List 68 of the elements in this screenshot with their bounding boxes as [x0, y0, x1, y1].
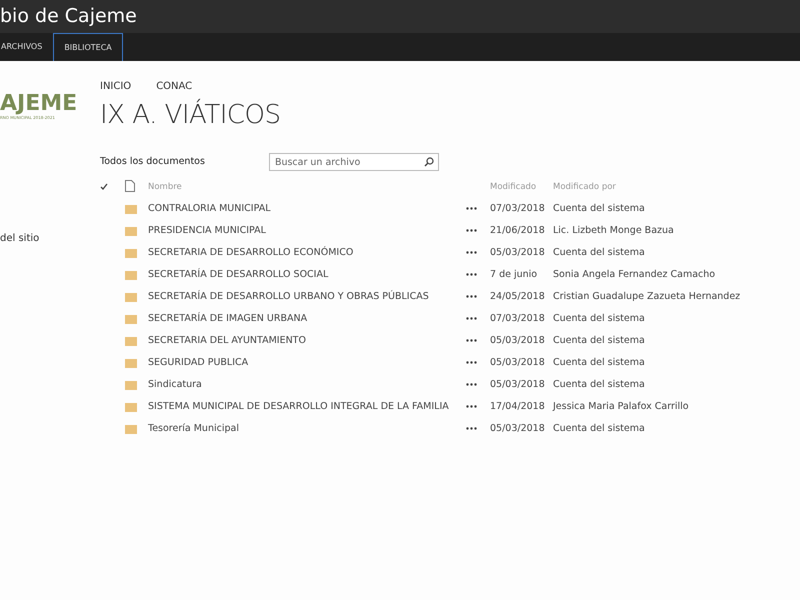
modified-by: Cuenta del sistema [553, 202, 646, 216]
folder-link[interactable]: SECRETARÍA DE IMAGEN URBANA [148, 312, 466, 326]
modified-by: Cuenta del sistema [553, 312, 646, 326]
folder-link[interactable]: SECRETARÍA DE DESARROLLO URBANO Y OBRAS PÚBLICAS [148, 290, 466, 304]
breadcrumb-link[interactable]: INICIO [100, 79, 132, 94]
folder-icon [125, 292, 137, 302]
folder-link[interactable]: CONTRALORIA MUNICIPAL [148, 202, 466, 216]
modified-by: Cuenta del sistema [553, 356, 646, 370]
breadcrumb-link[interactable]: CONAC [156, 79, 192, 94]
sidebar-link[interactable]: del sitio [0, 231, 100, 246]
modified-date: 05/03/2018 [490, 422, 546, 436]
site-title[interactable]: bio de Cajeme [0, 5, 137, 27]
folder-link[interactable]: SISTEMA MUNICIPAL DE DESARROLLO INTEGRAL DE LA FAMILIA [148, 400, 466, 414]
modified-date: 7 de junio [490, 268, 538, 282]
view-label[interactable]: Todos los documentos [100, 154, 205, 170]
logo-text[interactable]: AJEME [0, 93, 100, 115]
folder-icon [125, 336, 137, 346]
folder-icon [125, 380, 137, 390]
modified-by: Cuenta del sistema [553, 334, 646, 348]
page-title: IX A. VIÁTICOS [100, 98, 282, 132]
folder-icon [125, 270, 137, 280]
more-icon[interactable] [466, 360, 477, 364]
modified-date: 21/06/2018 [490, 224, 546, 238]
more-icon[interactable] [466, 228, 477, 232]
folder-link[interactable]: SECRETARIA DEL AYUNTAMIENTO [148, 334, 466, 348]
folder-icon [125, 424, 137, 434]
modified-by: Cristian Guadalupe Zazueta Hernandez [553, 290, 742, 304]
folder-icon [125, 402, 137, 412]
nav-tab[interactable]: ARCHIVOS [0, 33, 54, 61]
modified-by: Jessica Maria Palafox Carrillo [553, 400, 690, 414]
folder-icon [125, 204, 137, 214]
modified-date: 05/03/2018 [490, 378, 546, 392]
more-icon[interactable] [466, 338, 477, 342]
folder-icon [125, 358, 137, 368]
document-icon [125, 180, 135, 192]
folder-link[interactable]: SECRETARÍA DE DESARROLLO SOCIAL [148, 268, 466, 282]
more-icon[interactable] [466, 294, 477, 298]
folder-link[interactable]: SEGURIDAD PUBLICA [148, 356, 466, 370]
folder-icon [125, 248, 137, 258]
modified-date: 07/03/2018 [490, 312, 546, 326]
folder-link[interactable]: PRESIDENCIA MUNICIPAL [148, 224, 466, 238]
check-icon[interactable] [100, 182, 108, 190]
nav-tab[interactable]: BIBLIOTECA [53, 33, 123, 61]
modified-date: 05/03/2018 [490, 334, 546, 348]
folder-icon [125, 226, 137, 236]
modified-by: Sonia Angela Fernandez Camacho [553, 268, 716, 282]
modified-by: Cuenta del sistema [553, 378, 646, 392]
modified-date: 05/03/2018 [490, 356, 546, 370]
modified-date: 17/04/2018 [490, 400, 546, 414]
modified-date: 24/05/2018 [490, 290, 546, 304]
more-icon[interactable] [466, 316, 477, 320]
folder-link[interactable]: Sindicatura [148, 378, 466, 392]
more-icon[interactable] [466, 272, 477, 276]
search-field[interactable]: Buscar un archivo [268, 153, 439, 171]
modified-date: 07/03/2018 [490, 202, 546, 216]
folder-link[interactable]: SECRETARIA DE DESARROLLO ECONÓMICO [148, 246, 466, 260]
more-icon[interactable] [466, 382, 477, 386]
search-icon [424, 157, 434, 167]
modified-by: Cuenta del sistema [553, 246, 646, 260]
folder-link[interactable]: Tesorería Municipal [148, 422, 466, 436]
modified-by: Lic. Lizbeth Monge Bazua [553, 224, 675, 238]
more-icon[interactable] [466, 404, 477, 408]
more-icon[interactable] [466, 206, 477, 210]
modified-by: Cuenta del sistema [553, 422, 646, 436]
more-icon[interactable] [466, 426, 477, 430]
more-icon[interactable] [466, 250, 477, 254]
folder-icon [125, 314, 137, 324]
modified-date: 05/03/2018 [490, 246, 546, 260]
